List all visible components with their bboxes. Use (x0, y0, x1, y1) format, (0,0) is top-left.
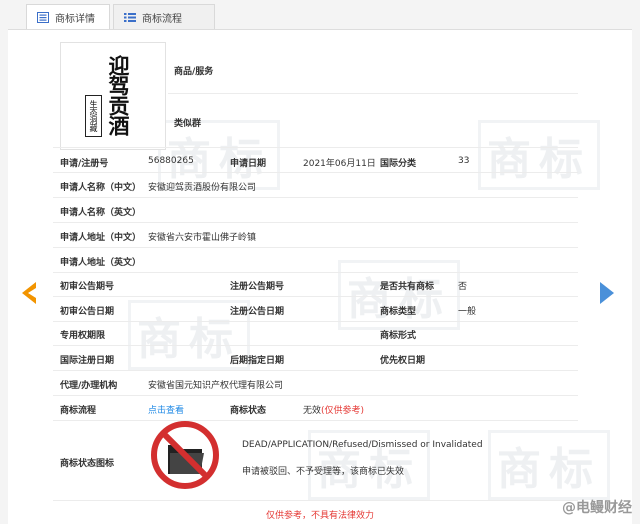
tab-bar: 商标详情 商标流程 (26, 4, 218, 30)
divider (53, 272, 578, 273)
divider (53, 370, 578, 371)
reg-pub-date-label: 注册公告日期 (230, 307, 285, 317)
address-cn-label: 申请人地址（中文） (60, 233, 142, 243)
divider (53, 147, 578, 148)
previous-arrow-icon[interactable] (18, 280, 38, 306)
dead-status-icon (151, 421, 219, 489)
similar-group-label: 类似群 (174, 119, 202, 129)
divider (53, 321, 578, 322)
tab-trademark-flow[interactable]: 商标流程 (113, 4, 215, 29)
later-date-label: 后期指定日期 (230, 356, 285, 366)
address-cn-value: 安徽省六安市霍山佛子岭镇 (148, 233, 257, 243)
goods-label: 商品/服务 (174, 67, 214, 77)
divider (53, 500, 578, 501)
applicant-en-label: 申请人名称（英文） (60, 208, 142, 218)
status-text: 无效 (303, 406, 322, 416)
divider (53, 197, 578, 198)
divider (53, 247, 578, 248)
view-flow-link[interactable]: 点击查看 (148, 403, 184, 416)
brand-watermark: @电鳗财经 (562, 500, 632, 516)
agent-value: 安徽省国元知识产权代理有限公司 (148, 381, 284, 391)
shared-value: 否 (458, 282, 468, 292)
intl-class-label: 国际分类 (380, 159, 417, 169)
agent-label: 代理/办理机构 (60, 381, 118, 391)
divider (53, 345, 578, 346)
priority-label: 优先权日期 (380, 356, 426, 366)
trademark-logo-text: 迎驾贡酒 (106, 55, 131, 135)
divider (53, 172, 578, 173)
reg-no-label: 申请/注册号 (60, 159, 109, 169)
shared-label: 是否共有商标 (380, 282, 435, 292)
prelim-date-label: 初审公告日期 (60, 307, 115, 317)
trademark-details-panel: 商标 商标 商标 商标 商标 商标 迎驾贡酒 生态洞藏 商品/服务 类似群 申请… (8, 29, 632, 524)
address-en-label: 申请人地址（英文） (60, 258, 142, 268)
flow-list-icon (124, 12, 136, 22)
trademark-image: 迎驾贡酒 生态洞藏 (60, 42, 166, 150)
status-value: 无效(仅供参考) (303, 403, 364, 416)
exclusive-label: 专用权期限 (60, 331, 106, 341)
disclaimer: 仅供参考，不具有法律效力 (266, 511, 375, 521)
next-arrow-icon[interactable] (598, 280, 618, 306)
status-en-text: DEAD/APPLICATION/Refused/Dismissed or In… (242, 440, 483, 450)
status-icon-label: 商标状态图标 (60, 459, 115, 469)
tab-trademark-details[interactable]: 商标详情 (26, 4, 110, 30)
applicant-cn-value: 安徽迎驾贡酒股份有限公司 (148, 183, 257, 193)
flow-label: 商标流程 (60, 406, 97, 416)
tab-label: 商标流程 (142, 13, 182, 25)
divider (53, 395, 578, 396)
status-label: 商标状态 (230, 406, 267, 416)
reg-pub-no-label: 注册公告期号 (230, 282, 285, 292)
watermark: 商标 (338, 260, 460, 330)
prelim-no-label: 初审公告期号 (60, 282, 115, 292)
type-label: 商标类型 (380, 307, 417, 317)
watermark: 商标 (488, 430, 610, 500)
apply-date-value: 2021年06月11日 (303, 159, 376, 169)
form-label: 商标形式 (380, 331, 417, 341)
divider (53, 296, 578, 297)
trademark-seal: 生态洞藏 (85, 95, 102, 137)
status-note: (仅供参考) (321, 406, 365, 416)
divider (168, 93, 578, 94)
divider (53, 420, 578, 421)
reg-no-value: 56880265 (148, 156, 194, 166)
type-value: 一般 (458, 307, 477, 317)
intl-class-value: 33 (458, 156, 470, 166)
status-cn-text: 申请被驳回、不予受理等，该商标已失效 (242, 467, 405, 477)
tab-label: 商标详情 (55, 14, 95, 25)
document-list-icon (37, 12, 49, 23)
applicant-cn-label: 申请人名称（中文） (60, 183, 142, 193)
intl-reg-date-label: 国际注册日期 (60, 356, 115, 366)
divider (53, 222, 578, 223)
apply-date-label: 申请日期 (230, 159, 267, 169)
watermark: 商标 (478, 120, 600, 190)
